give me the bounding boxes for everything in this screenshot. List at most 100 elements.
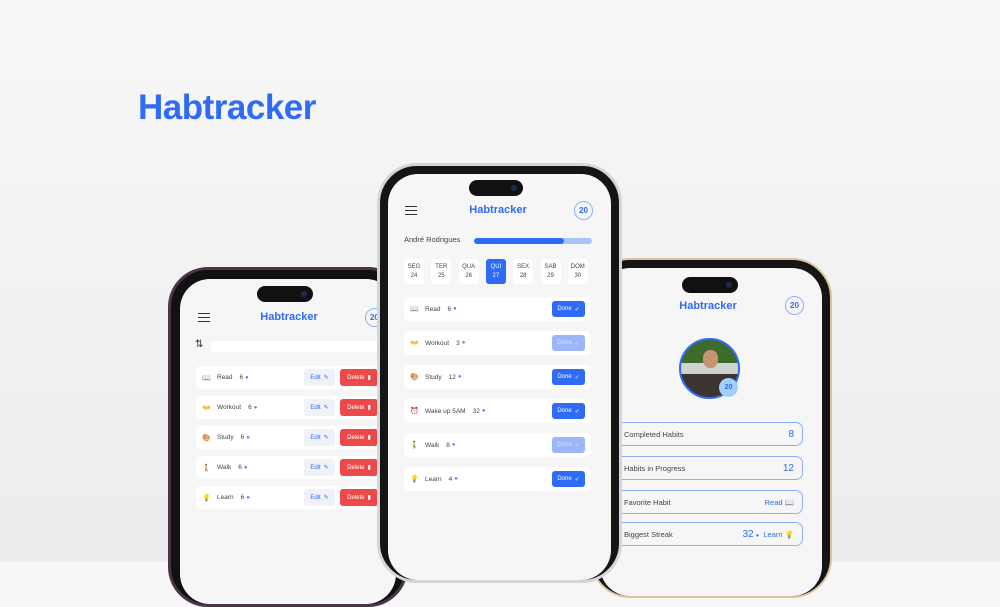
habit-row: 🎨 Study 12 ● Done ✓	[404, 365, 591, 389]
delete-button[interactable]: Delete ▮	[340, 399, 378, 416]
pencil-icon: ✎	[323, 375, 329, 381]
habit-row: 📖 Read 6 ● Done ✓	[404, 297, 591, 321]
stat-value: 8	[788, 428, 794, 440]
delete-button[interactable]: Delete ▮	[340, 489, 378, 506]
app-title: Habtracker	[260, 311, 318, 323]
stat-value: Read	[764, 497, 783, 507]
avatar-level-badge: 20	[719, 378, 738, 397]
habit-name: Walk	[217, 464, 232, 471]
camera-notch	[682, 277, 738, 293]
habit-count: 6	[240, 494, 245, 501]
menu-icon[interactable]	[198, 313, 210, 322]
flame-icon: ●	[246, 494, 250, 501]
habit-icon: 🚶	[410, 442, 419, 449]
delete-label: Delete	[347, 434, 365, 441]
day-tab[interactable]: QUA 26	[458, 259, 479, 284]
stat-label: Favorite Habit	[624, 497, 671, 507]
habit-row: 📖 Read 6 ● Edit ✎ Delete ▮	[196, 366, 396, 389]
day-tab[interactable]: SAB 29	[540, 259, 561, 284]
check-icon: ✓	[574, 476, 580, 483]
trash-icon: ▮	[367, 435, 371, 441]
flame-icon: ●	[481, 408, 486, 414]
menu-icon[interactable]	[405, 206, 417, 215]
left-phone: Habtracker 20 ⇅ 📖 Read 6 ● Edit ✎ Delete ▮ 👐 Work…	[168, 267, 408, 607]
sort-icon[interactable]: ⇅	[195, 339, 203, 350]
habit-name: Read	[217, 374, 233, 381]
day-number: 29	[547, 273, 554, 279]
habit-count: 8	[446, 441, 450, 449]
user-name: André Rodrigues	[404, 235, 461, 244]
app-title: Habtracker	[469, 204, 527, 216]
habit-count: 6	[239, 374, 244, 381]
flame-icon: ●	[457, 374, 462, 380]
edit-label: Edit	[310, 494, 321, 501]
habit-icon: 🎨	[410, 374, 419, 381]
app-title: Habtracker	[679, 300, 737, 312]
habit-count: 32	[472, 407, 480, 415]
edit-button[interactable]: Edit ✎	[304, 489, 335, 506]
points-badge[interactable]: 20	[574, 201, 593, 220]
delete-label: Delete	[347, 464, 365, 471]
delete-button[interactable]: Delete ▮	[340, 369, 378, 386]
edit-label: Edit	[310, 464, 321, 471]
done-button[interactable]: Done ✓	[552, 471, 585, 487]
habit-icon: 🚶	[202, 464, 211, 472]
stat-habits-in-progress: Habits in Progress 12	[610, 456, 803, 480]
done-button[interactable]: Done ✓	[552, 369, 585, 385]
day-tab[interactable]: SEX 28	[513, 259, 534, 284]
edit-button[interactable]: Edit ✎	[304, 459, 335, 476]
stat-label: Habits in Progress	[624, 463, 686, 473]
delete-label: Delete	[347, 494, 365, 501]
edit-label: Edit	[310, 434, 321, 441]
done-button[interactable]: Done ✓	[552, 437, 585, 453]
search-input[interactable]	[211, 341, 391, 352]
points-badge[interactable]: 20	[785, 296, 804, 315]
day-tab[interactable]: SEG 24	[404, 259, 424, 284]
flame-icon: ●	[243, 464, 248, 471]
day-name: QUA	[462, 264, 476, 270]
habit-row: 💡 Learn 6 ● Edit ✎ Delete ▮	[196, 486, 396, 509]
done-button[interactable]: Done ✓	[552, 335, 585, 351]
habit-count: 6	[447, 305, 452, 313]
flame-icon: ●	[451, 442, 456, 448]
check-icon: ✓	[574, 340, 580, 347]
day-number: 28	[519, 273, 527, 279]
day-name: TER	[435, 264, 448, 270]
day-name: SEG	[407, 264, 421, 270]
day-number: 25	[437, 273, 445, 279]
habit-icon: 🎨	[202, 434, 211, 442]
habit-icon: 👐	[410, 340, 419, 347]
habit-count: 12	[448, 373, 456, 381]
done-label: Done	[557, 340, 572, 346]
edit-button[interactable]: Edit ✎	[304, 369, 335, 386]
brand-title: Habtracker	[138, 88, 316, 127]
habit-icon: 📖	[410, 306, 419, 313]
habit-name: Study	[217, 434, 234, 441]
done-button[interactable]: Done ✓	[552, 403, 585, 419]
done-label: Done	[557, 408, 572, 414]
trash-icon: ▮	[367, 375, 371, 381]
stat-label: Biggest Streak	[624, 529, 673, 539]
trash-icon: ▮	[367, 495, 371, 501]
done-button[interactable]: Done ✓	[552, 301, 585, 317]
habit-icon: 👐	[202, 404, 211, 412]
day-tab[interactable]: DOM 30	[567, 259, 588, 284]
day-tab[interactable]: TER 25	[431, 259, 452, 284]
day-tab[interactable]: QUI 27	[485, 259, 506, 284]
habit-count: 3	[456, 339, 460, 347]
stat-habit: Learn	[763, 529, 783, 539]
edit-label: Edit	[310, 374, 321, 381]
delete-button[interactable]: Delete ▮	[340, 459, 378, 476]
done-label: Done	[557, 306, 572, 312]
habit-row: 🎨 Study 6 ● Edit ✎ Delete ▮	[196, 426, 396, 449]
edit-button[interactable]: Edit ✎	[304, 429, 335, 446]
check-icon: ✓	[574, 374, 580, 381]
day-number: 26	[465, 273, 472, 279]
day-name: QUI	[490, 264, 502, 270]
flame-icon: ●	[453, 306, 457, 312]
habit-count: 6	[240, 434, 245, 441]
flame-icon: ●	[246, 434, 250, 441]
done-label: Done	[557, 374, 572, 380]
edit-button[interactable]: Edit ✎	[304, 399, 335, 416]
delete-button[interactable]: Delete ▮	[340, 429, 378, 446]
